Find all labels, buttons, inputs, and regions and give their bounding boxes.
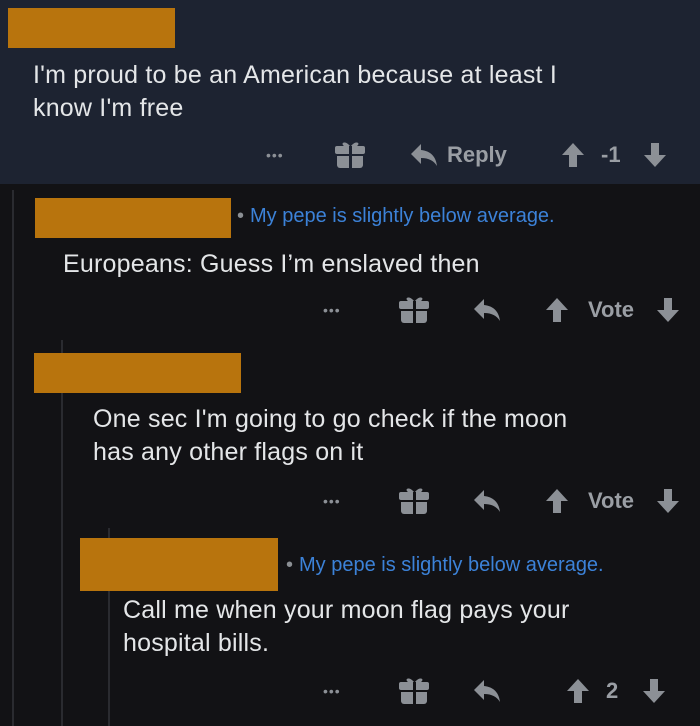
gift-award-button[interactable] — [398, 484, 430, 518]
score-value: Vote — [588, 297, 635, 322]
more-icon: ••• — [323, 302, 341, 318]
score: -1 — [601, 138, 621, 172]
gift-icon — [335, 142, 365, 168]
reply-button[interactable] — [472, 674, 502, 708]
downvote-button[interactable] — [656, 293, 680, 327]
gift-icon — [399, 488, 429, 514]
comment-body: One sec I'm going to go check if the moo… — [93, 403, 683, 469]
user-flair: • My pepe is slightly below average. — [286, 554, 604, 576]
downvote-icon — [644, 143, 666, 167]
flair-text: My pepe is slightly below average. — [250, 205, 555, 227]
comment-line: Europeans: Guess I’m enslaved then — [63, 250, 480, 278]
more-options-button[interactable]: ••• — [266, 138, 284, 172]
comment-line: has any other flags on it — [93, 438, 364, 466]
upvote-button[interactable] — [545, 484, 569, 518]
score-value: -1 — [601, 142, 621, 167]
reply-icon — [474, 299, 500, 321]
comment-body: I'm proud to be an American because at l… — [33, 59, 673, 125]
gift-award-button[interactable] — [398, 293, 430, 327]
comment-actions: ••• Vote — [0, 293, 700, 327]
upvote-button[interactable] — [566, 674, 590, 708]
score-value: 2 — [606, 678, 619, 703]
score: 2 — [606, 674, 618, 708]
comment-actions: ••• 2 — [0, 674, 700, 708]
thread-line — [61, 340, 63, 726]
upvote-icon — [567, 679, 589, 703]
reply-label: Reply — [447, 142, 507, 167]
reply-button[interactable] — [472, 484, 502, 518]
gift-icon — [399, 678, 429, 704]
downvote-button[interactable] — [643, 138, 667, 172]
reply-button[interactable] — [472, 293, 502, 327]
downvote-button[interactable] — [656, 484, 680, 518]
reply-button[interactable]: Reply — [409, 138, 507, 172]
redacted-username — [34, 353, 241, 393]
upvote-button[interactable] — [545, 293, 569, 327]
reply-icon — [474, 680, 500, 702]
more-icon: ••• — [323, 493, 341, 509]
downvote-icon — [657, 298, 679, 322]
upvote-icon — [546, 298, 568, 322]
user-flair: • My pepe is slightly below average. — [237, 205, 555, 227]
comment-line: hospital bills. — [123, 629, 270, 657]
comment-line: know I'm free — [33, 94, 184, 122]
thread-line — [12, 190, 14, 726]
redacted-username — [8, 8, 175, 48]
gift-award-button[interactable] — [398, 674, 430, 708]
score: Vote — [588, 293, 634, 327]
comment-1: I'm proud to be an American because at l… — [0, 0, 700, 184]
upvote-icon — [562, 143, 584, 167]
comment-line: I'm proud to be an American because at l… — [33, 61, 557, 89]
comment-line: Call me when your moon flag pays your — [123, 596, 570, 624]
downvote-icon — [657, 489, 679, 513]
more-options-button[interactable]: ••• — [323, 674, 341, 708]
gift-award-button[interactable] — [334, 138, 366, 172]
more-icon: ••• — [323, 683, 341, 699]
more-options-button[interactable]: ••• — [323, 293, 341, 327]
more-icon: ••• — [266, 147, 284, 163]
comment-actions: ••• Reply -1 — [0, 138, 700, 172]
comment-body: Europeans: Guess I’m enslaved then — [63, 248, 683, 281]
upvote-button[interactable] — [561, 138, 585, 172]
reply-icon — [411, 144, 437, 166]
reply-icon — [474, 490, 500, 512]
upvote-icon — [546, 489, 568, 513]
downvote-button[interactable] — [642, 674, 666, 708]
redacted-username — [35, 198, 231, 238]
comment-body: Call me when your moon flag pays your ho… — [123, 594, 683, 660]
flair-text: My pepe is slightly below average. — [299, 554, 604, 576]
redacted-username — [80, 538, 278, 591]
score: Vote — [588, 484, 634, 518]
score-value: Vote — [588, 488, 635, 513]
gift-icon — [399, 297, 429, 323]
more-options-button[interactable]: ••• — [323, 484, 341, 518]
downvote-icon — [643, 679, 665, 703]
comment-line: One sec I'm going to go check if the moo… — [93, 405, 568, 433]
comment-actions: ••• Vote — [0, 484, 700, 518]
